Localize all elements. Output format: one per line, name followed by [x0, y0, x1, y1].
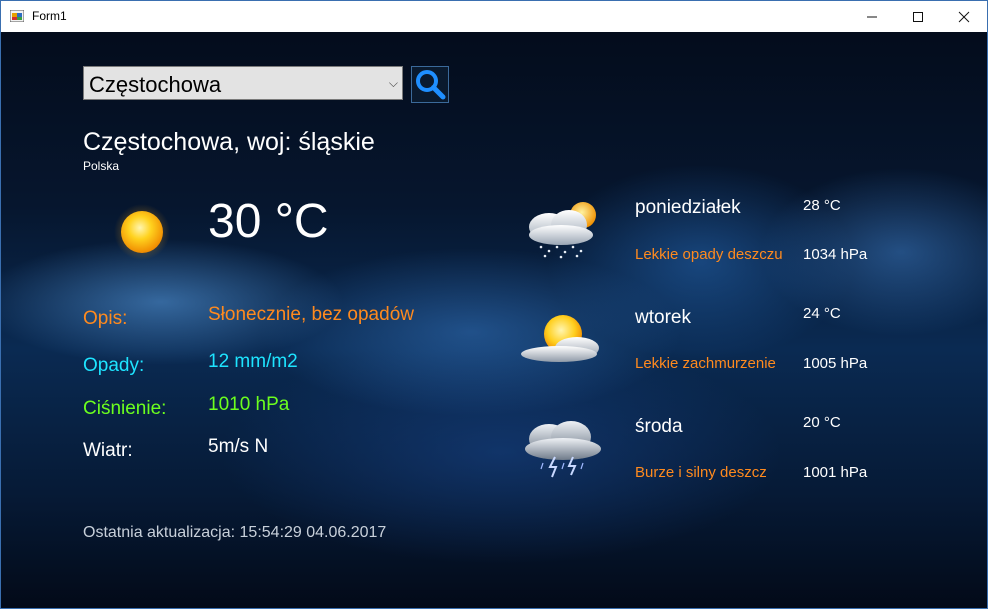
forecast-day-name: poniedziałek	[635, 197, 741, 218]
city-dropdown[interactable]: Częstochowa ⌵	[83, 66, 403, 100]
current-temperature: 30 °C	[208, 195, 329, 248]
forecast-day-temp: 24 °C	[803, 305, 841, 322]
forecast-day-name: wtorek	[635, 307, 691, 328]
precipitation-label: Opady:	[83, 355, 145, 376]
forecast-day-pressure: 1001 hPa	[803, 464, 868, 481]
app-window: Form1 Częstochowa ⌵ Częstochowa, woj: śl…	[0, 0, 988, 609]
forecast-day-pressure: 1034 hPa	[803, 246, 868, 263]
forecast-day-temp: 20 °C	[803, 414, 841, 431]
maximize-icon	[913, 11, 923, 22]
form-app-icon	[10, 10, 24, 22]
forecast-day-desc: Burze i silny deszcz	[635, 464, 767, 481]
location-title: Częstochowa, woj: śląskie	[83, 128, 375, 156]
city-dropdown-value: Częstochowa	[89, 72, 222, 97]
partly-cloudy-icon	[521, 315, 599, 362]
close-button[interactable]	[941, 1, 987, 32]
window-title: Form1	[32, 9, 67, 23]
title-bar: Form1	[1, 1, 987, 32]
thunderstorm-icon	[525, 421, 601, 478]
wind-value: 5m/s N	[208, 436, 269, 457]
forecast-day-pressure: 1005 hPa	[803, 355, 868, 372]
description-value: Słonecznie, bez opadów	[208, 304, 414, 325]
weather-panel: Częstochowa ⌵ Częstochowa, woj: śląskie …	[1, 32, 987, 608]
forecast-day-name: środa	[635, 416, 683, 437]
magnifier-icon	[416, 70, 446, 100]
forecast-day-temp: 28 °C	[803, 197, 841, 214]
forecast-day-desc: Lekkie zachmurzenie	[635, 355, 776, 372]
minimize-button[interactable]	[849, 1, 895, 32]
wind-label: Wiatr:	[83, 440, 133, 461]
description-label: Opis:	[83, 308, 128, 329]
pressure-value: 1010 hPa	[208, 394, 290, 415]
precipitation-value: 12 mm/m2	[208, 351, 298, 372]
maximize-button[interactable]	[895, 1, 941, 32]
close-icon	[958, 11, 970, 22]
forecast-day-desc: Lekkie opady deszczu	[635, 246, 783, 263]
minimize-icon	[867, 16, 877, 17]
rain-cloud-sun-icon	[529, 202, 596, 259]
last-update-text: Ostatnia aktualizacja: 15:54:29 04.06.20…	[83, 524, 387, 541]
sun-icon	[114, 204, 170, 260]
location-country: Polska	[83, 159, 120, 173]
search-button[interactable]	[411, 66, 449, 103]
chevron-down-icon[interactable]: ⌵	[389, 76, 398, 91]
pressure-label: Ciśnienie:	[83, 398, 167, 419]
